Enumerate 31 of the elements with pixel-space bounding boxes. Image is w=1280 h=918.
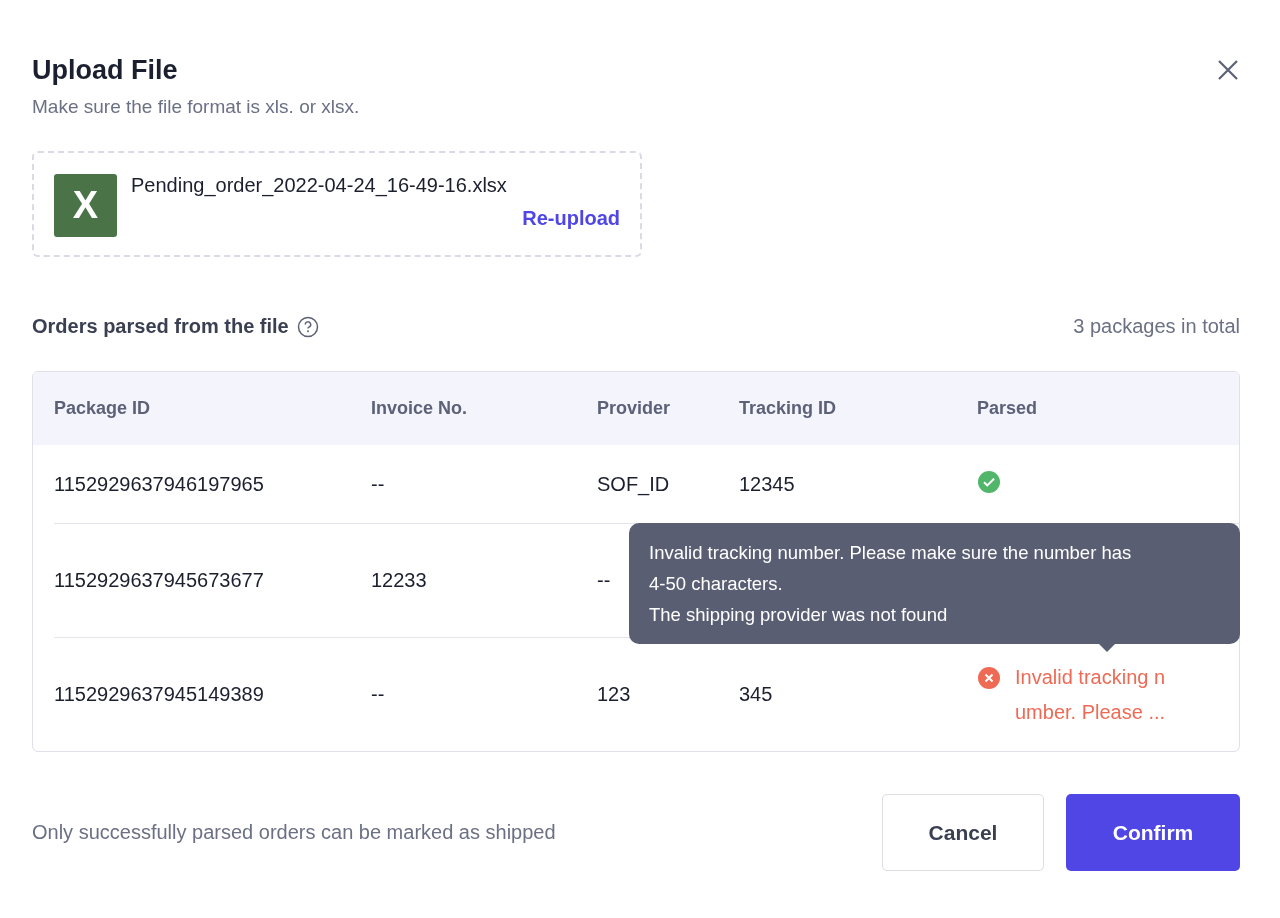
table-cell: 123 <box>597 683 631 706</box>
column-header: Invoice No. <box>371 398 469 419</box>
table-cell: 345 <box>739 683 773 706</box>
column-header: Parsed <box>977 398 1039 419</box>
table-cell: SOF_ID <box>597 472 670 496</box>
table-cell: 12233 <box>371 569 427 592</box>
file-name: Pending_order_2022-04-24_16-49-16.xlsx <box>131 174 508 197</box>
table-cell: 1152929637945673677 <box>54 569 264 592</box>
dialog-subtitle: Make sure the file format is xls. or xlsx. <box>32 96 360 118</box>
table-cell: 1152929637945149389 <box>54 683 264 706</box>
table-cell: -- <box>597 569 611 592</box>
package-count: 3 packages in total <box>1073 315 1240 338</box>
close-icon[interactable] <box>1216 58 1240 82</box>
tooltip-text: Invalid tracking number. Please make sure the number has 4-50 characters. <box>649 541 1133 596</box>
column-header: Tracking ID <box>739 398 838 419</box>
table-cell: 1152929637946197965 <box>54 472 264 496</box>
confirm-button[interactable]: Confirm <box>1066 794 1240 871</box>
table-cell: 12345 <box>739 472 795 496</box>
cancel-button[interactable]: Cancel <box>882 794 1044 871</box>
dialog-title: Upload File <box>32 54 179 87</box>
tooltip-text: The shipping provider was not found <box>649 603 949 627</box>
error-message: Invalid tracking number. Please ... <box>1015 664 1167 725</box>
section-title: Orders parsed from the file <box>32 315 289 338</box>
footer-note: Only successfully parsed orders can be marked as shipped <box>32 821 556 844</box>
column-header: Package ID <box>54 398 152 419</box>
excel-icon: X <box>54 174 117 237</box>
reupload-link[interactable]: Re-upload <box>522 207 620 230</box>
help-icon[interactable] <box>296 315 319 338</box>
table-cell: -- <box>371 683 385 706</box>
column-header: Provider <box>597 398 672 419</box>
table-cell: -- <box>371 472 385 496</box>
